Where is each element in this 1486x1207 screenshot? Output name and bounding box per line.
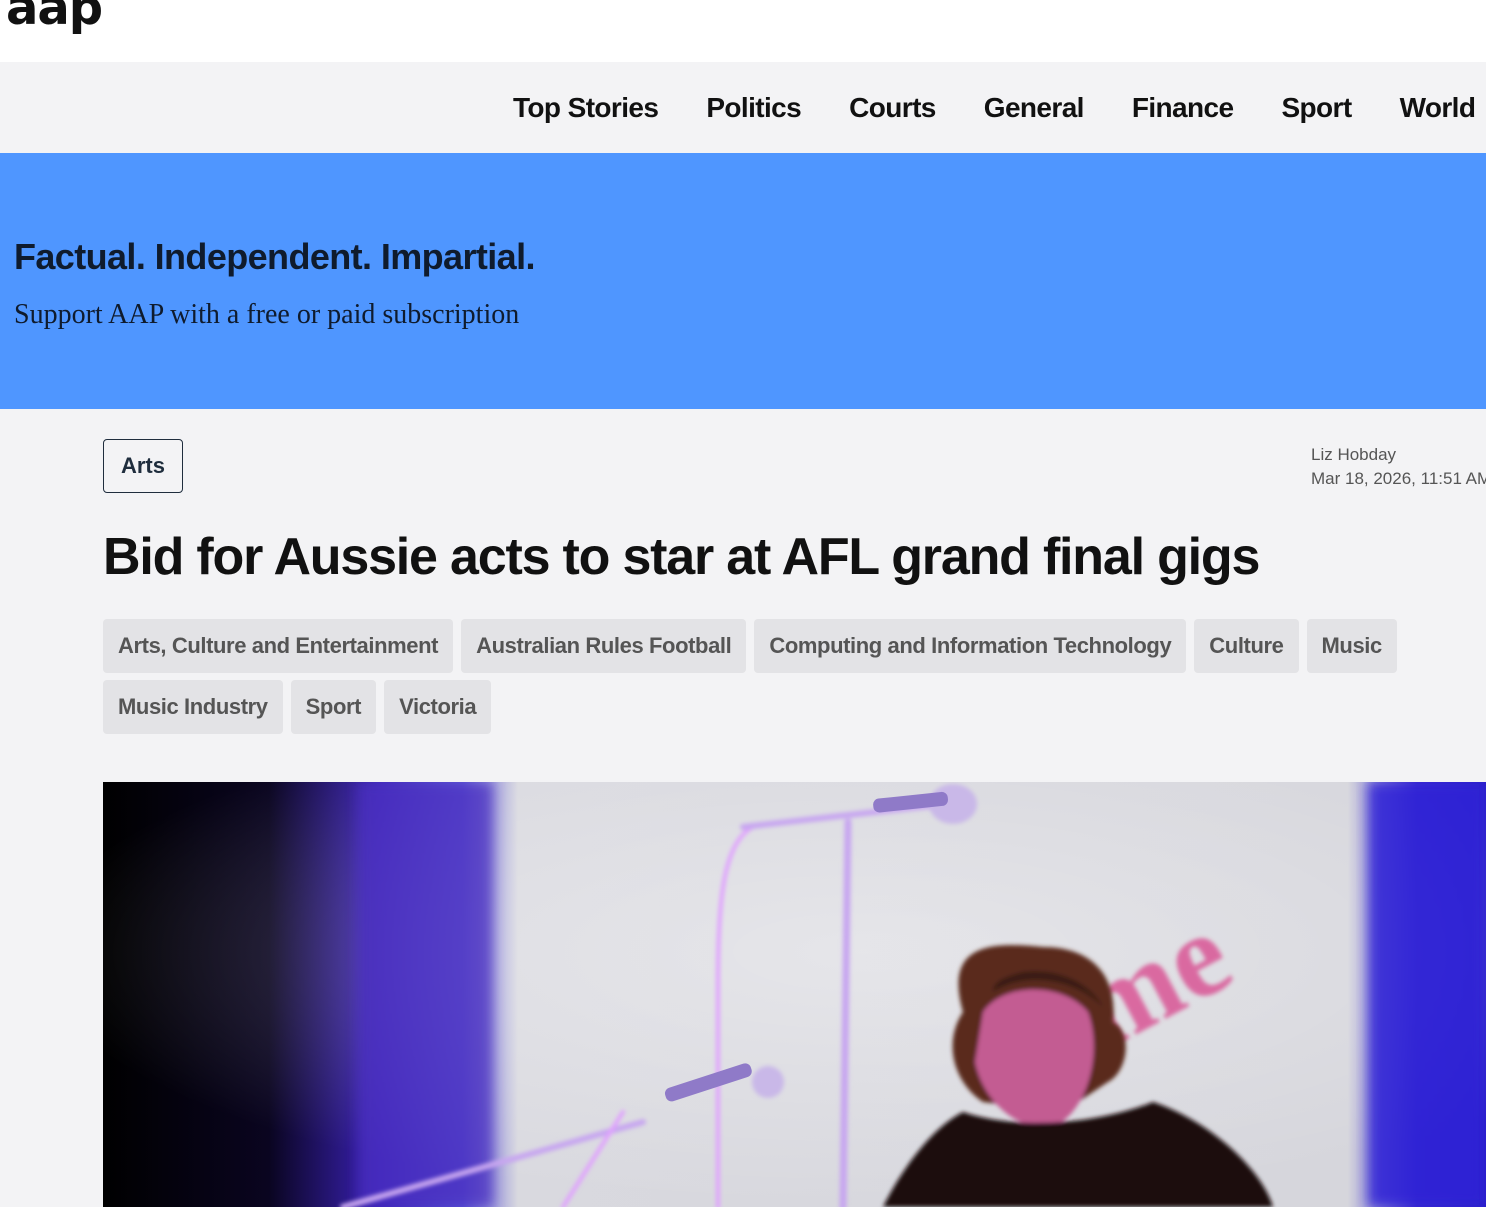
tag-culture[interactable]: Culture: [1194, 619, 1299, 673]
main-nav: Top Stories Politics Courts General Fina…: [0, 62, 1486, 153]
nav-item-world[interactable]: World: [1400, 90, 1476, 126]
banner-title: Factual. Independent. Impartial.: [14, 236, 535, 277]
publish-date: Mar 18, 2026, 11:51 AM: [1311, 469, 1486, 488]
hero-image: me: [103, 782, 1486, 1207]
tag-list: Arts, Culture and Entertainment Australi…: [103, 619, 1403, 741]
tag-victoria[interactable]: Victoria: [384, 680, 492, 734]
nav-item-politics[interactable]: Politics: [706, 90, 801, 126]
nav-item-top-stories[interactable]: Top Stories: [513, 90, 659, 126]
tag-music-industry[interactable]: Music Industry: [103, 680, 283, 734]
author-name: Liz Hobday: [1311, 445, 1397, 464]
tag-sport[interactable]: Sport: [290, 680, 377, 734]
category-badge[interactable]: Arts: [103, 439, 183, 493]
tag-arts-culture-entertainment[interactable]: Arts, Culture and Entertainment: [103, 619, 454, 673]
nav-item-general[interactable]: General: [984, 90, 1085, 126]
article-meta: Liz Hobday Mar 18, 2026, 11:51 AM: [1311, 443, 1486, 491]
tag-music[interactable]: Music: [1306, 619, 1397, 673]
banner-subtitle: Support AAP with a free or paid subscrip…: [14, 299, 520, 330]
subscription-banner[interactable]: Factual. Independent. Impartial. Support…: [0, 153, 1486, 409]
tag-row: Arts, Culture and Entertainment Australi…: [103, 619, 1403, 673]
aap-logo[interactable]: aap: [6, 0, 103, 32]
hero-photo: me: [103, 782, 1486, 1207]
tag-computing-it[interactable]: Computing and Information Technology: [754, 619, 1187, 673]
nav-item-courts[interactable]: Courts: [849, 90, 936, 126]
tag-row: Music Industry Sport Victoria: [103, 680, 1403, 734]
nav-item-finance[interactable]: Finance: [1132, 90, 1234, 126]
top-bar: aap: [0, 0, 1486, 62]
nav-list: Top Stories Politics Courts General Fina…: [513, 90, 1486, 126]
nav-item-sport[interactable]: Sport: [1281, 90, 1352, 126]
tag-australian-rules-football[interactable]: Australian Rules Football: [461, 619, 747, 673]
article-headline: Bid for Aussie acts to star at AFL grand…: [103, 528, 1260, 586]
